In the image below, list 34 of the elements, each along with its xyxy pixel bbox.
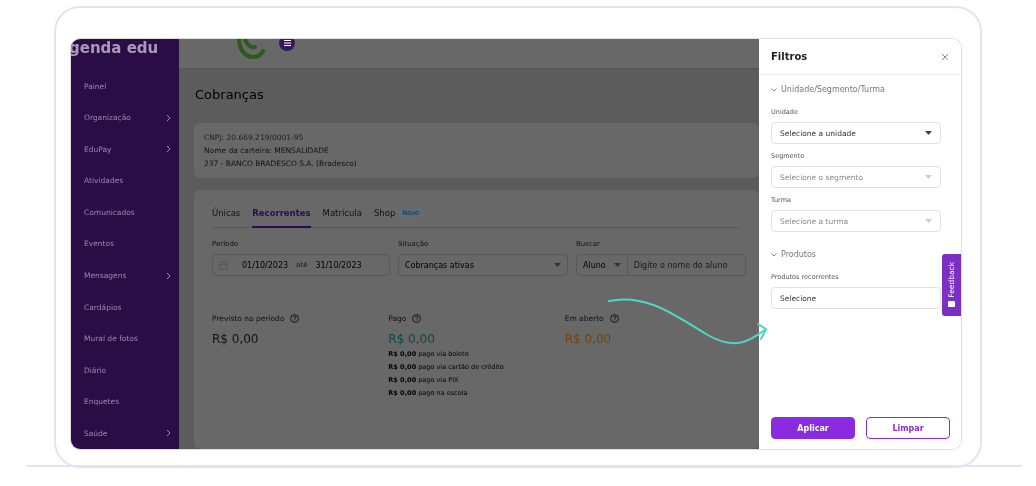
chevron-right-icon xyxy=(166,271,171,280)
help-icon xyxy=(609,314,619,323)
chevron-right-icon xyxy=(166,145,171,154)
summary-value: R$ 0,00 xyxy=(388,332,436,346)
menu-button[interactable] xyxy=(279,39,295,51)
tab[interactable]: Matrícula xyxy=(322,199,362,228)
clear-button[interactable]: Limpar xyxy=(866,417,950,439)
status-select[interactable]: Cobranças ativas xyxy=(398,254,568,276)
apply-button[interactable]: Aplicar xyxy=(771,417,855,439)
tab[interactable]: Recorrentes xyxy=(252,199,311,228)
caret-down-icon xyxy=(613,263,621,267)
section-header[interactable]: Unidade/Segmento/Turma xyxy=(771,85,885,94)
logo-icon xyxy=(235,39,265,61)
close-icon[interactable] xyxy=(941,52,949,61)
menu-icon xyxy=(283,40,291,46)
search-field[interactable]: Digite o nome do aluno xyxy=(627,254,746,276)
caret-down-icon xyxy=(925,131,932,135)
chevron-down-icon xyxy=(771,252,777,257)
chevron-right-icon xyxy=(166,429,171,438)
help-icon xyxy=(412,314,422,323)
tab[interactable]: Únicas xyxy=(212,199,241,228)
chevron-right-icon xyxy=(166,113,171,122)
section-header[interactable]: Produtos xyxy=(771,250,817,259)
summary-value: R$ 0,00 xyxy=(564,332,613,346)
caret-down-icon xyxy=(925,219,932,223)
caret-down-icon xyxy=(554,263,561,267)
chevron-down-icon xyxy=(771,87,777,92)
search-type-select[interactable]: Aluno xyxy=(576,254,628,276)
page-title: Cobranças xyxy=(194,86,265,104)
caret-down-icon xyxy=(925,175,932,179)
summary-value: R$ 0,00 xyxy=(212,332,260,346)
drawer-title: Filtros xyxy=(771,51,808,62)
help-icon xyxy=(290,314,300,323)
chat-icon xyxy=(948,300,955,308)
